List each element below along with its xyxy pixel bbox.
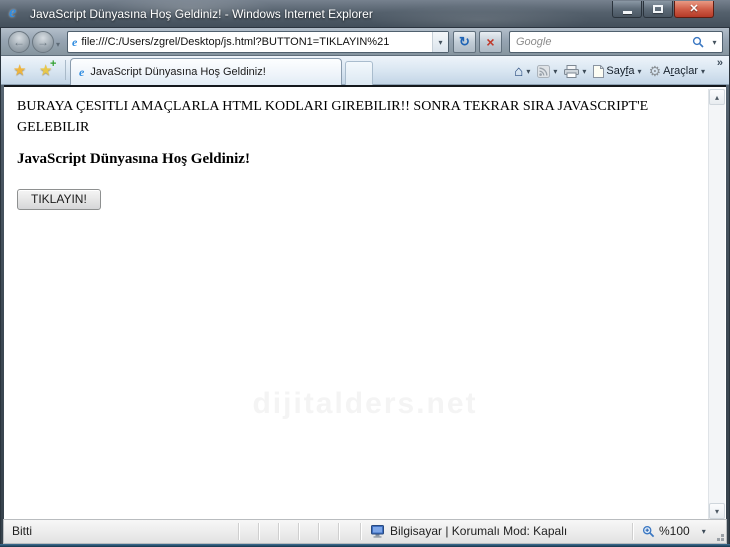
tab-label: JavaScript Dünyasına Hoş Geldiniz! (90, 66, 265, 78)
zoom-dropdown[interactable]: ▾ (702, 527, 706, 536)
close-icon: ✕ (689, 4, 698, 15)
status-text: Bitti (12, 524, 32, 538)
toolbar-overflow-chevron[interactable]: » (717, 57, 723, 69)
search-dropdown[interactable]: ▾ (707, 38, 722, 47)
search-icon[interactable] (689, 36, 707, 48)
zoom-magnifier-icon (642, 525, 655, 538)
page-menu-label: Sayfa (606, 65, 634, 77)
navigation-bar: ← → ▾ e ▾ ↻ × ▾ (1, 28, 729, 56)
stop-button[interactable]: × (479, 31, 502, 53)
home-dropdown[interactable]: ▾ (526, 67, 530, 76)
search-input[interactable] (510, 36, 689, 48)
status-bar: Bitti Bilgisayar | Korumalı Mod: Kapalı … (3, 519, 727, 544)
new-tab-button[interactable] (345, 61, 373, 85)
home-button[interactable]: ⌂ ▾ (512, 63, 532, 80)
watermark: dijitalders.net (4, 387, 726, 421)
tools-menu-dropdown[interactable]: ▾ (701, 67, 705, 76)
window-title: JavaScript Dünyasına Hoş Geldiniz! - Win… (30, 7, 373, 21)
zone-label: Bilgisayar | Korumalı Mod: Kapalı (390, 524, 567, 538)
divider (360, 523, 361, 540)
window-controls: ✕ (611, 1, 714, 18)
page-paragraph: BURAYA ÇESITLI AMAÇLARLA HTML KODLARI GI… (17, 96, 723, 138)
tools-menu-button[interactable]: ⚙ Araçlar ▾ (647, 63, 707, 79)
address-dropdown[interactable]: ▾ (432, 32, 448, 52)
print-button[interactable]: ▾ (562, 64, 588, 79)
tab-active[interactable]: e JavaScript Dünyasına Hoş Geldiniz! (70, 58, 342, 85)
close-button[interactable]: ✕ (674, 1, 714, 18)
add-favorite-icon[interactable]: ★+ (39, 61, 52, 79)
maximize-button[interactable] (643, 1, 673, 18)
feeds-dropdown[interactable]: ▾ (553, 67, 557, 76)
security-zone[interactable]: Bilgisayar | Korumalı Mod: Kapalı (370, 524, 567, 538)
divider (258, 523, 259, 540)
zoom-control[interactable]: %100 ▾ (642, 524, 706, 538)
divider (318, 523, 319, 540)
divider (298, 523, 299, 540)
page-content: BURAYA ÇESITLI AMAÇLARLA HTML KODLARI GI… (4, 85, 726, 519)
address-bar[interactable]: e ▾ (67, 31, 449, 53)
title-bar[interactable]: e JavaScript Dünyasına Hoş Geldiniz! - W… (0, 0, 730, 28)
page-heading: JavaScript Dünyasına Hoş Geldiniz! (17, 151, 250, 168)
zoom-level: %100 (659, 524, 690, 538)
divider (238, 523, 239, 540)
browser-window: e JavaScript Dünyasına Hoş Geldiniz! - W… (0, 0, 730, 547)
maximize-icon (653, 5, 663, 13)
back-button[interactable]: ← (8, 31, 30, 53)
favorites-center-icon[interactable]: ★ (13, 61, 26, 79)
scroll-down-icon[interactable]: ▾ (709, 503, 725, 519)
tiklayin-button[interactable]: TIKLAYIN! (17, 189, 101, 210)
refresh-button[interactable]: ↻ (453, 31, 476, 53)
page-icon (593, 65, 604, 78)
gear-icon: ⚙ (649, 64, 662, 78)
minimize-icon (623, 11, 632, 14)
ie-logo-icon: e (9, 4, 16, 22)
feeds-button[interactable]: ▾ (535, 64, 559, 79)
history-dropdown[interactable]: ▾ (56, 40, 60, 49)
print-dropdown[interactable]: ▾ (582, 67, 586, 76)
page-menu-button[interactable]: Sayfa ▾ (591, 64, 643, 79)
divider (65, 60, 66, 80)
vertical-scrollbar[interactable]: ▴ ▾ (708, 89, 725, 519)
minimize-button[interactable] (612, 1, 642, 18)
printer-icon (564, 65, 579, 78)
divider (278, 523, 279, 540)
forward-button[interactable]: → (32, 31, 54, 53)
command-bar: ⌂ ▾ ▾ ▾ Sayfa ▾ (512, 60, 707, 82)
resize-grip[interactable] (721, 538, 724, 541)
page-favicon: e (72, 35, 77, 50)
tab-bar: ★ ★+ e JavaScript Dünyasına Hoş Geldiniz… (1, 56, 729, 85)
scroll-up-icon[interactable]: ▴ (709, 89, 725, 105)
search-box[interactable]: ▾ (509, 31, 723, 53)
home-icon: ⌂ (514, 64, 523, 79)
tab-favicon-icon: e (79, 65, 84, 80)
computer-icon (370, 525, 385, 538)
tools-menu-label: Araçlar (663, 65, 698, 77)
divider (632, 523, 633, 540)
rss-icon (537, 65, 550, 78)
divider (338, 523, 339, 540)
plus-icon: + (50, 58, 56, 70)
page-menu-dropdown[interactable]: ▾ (638, 67, 642, 76)
address-input[interactable] (81, 36, 432, 48)
